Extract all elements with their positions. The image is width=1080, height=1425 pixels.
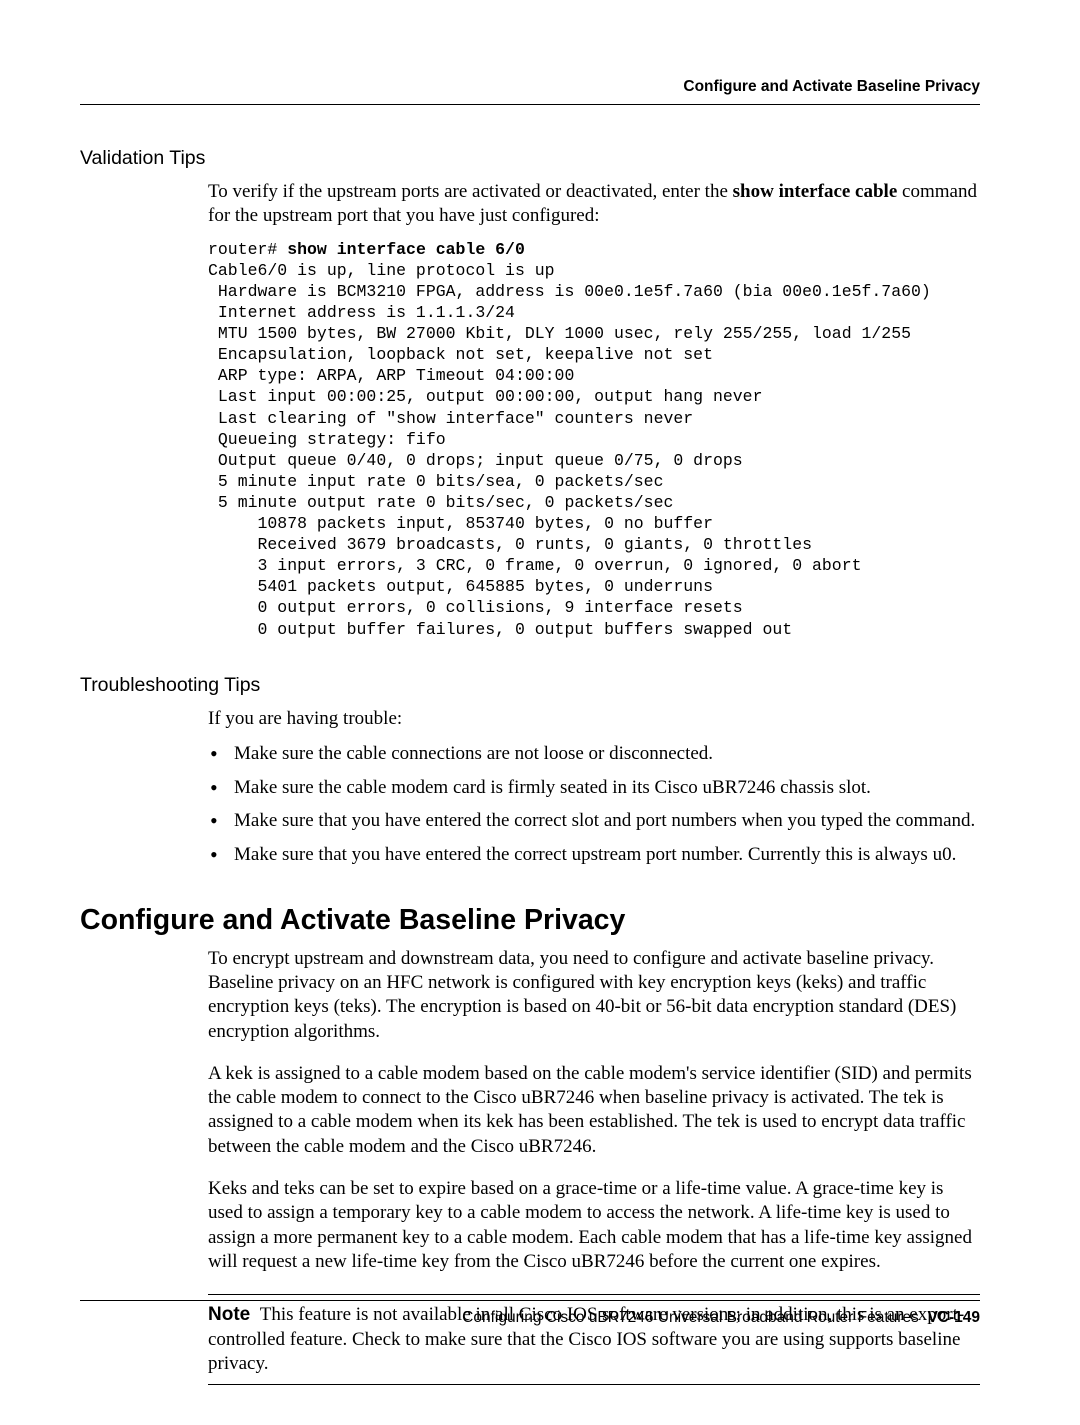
footer-rule xyxy=(80,1300,980,1301)
page-footer: Configuring Cisco uBR7246 Universal Broa… xyxy=(80,1300,980,1327)
section-p1: To encrypt upstream and downstream data,… xyxy=(208,947,980,1044)
validation-heading: Validation Tips xyxy=(80,147,980,170)
header-rule xyxy=(80,104,980,105)
troubleshooting-list: Make sure the cable connections are not … xyxy=(208,741,980,868)
troubleshooting-intro-text: If you are having trouble: xyxy=(208,707,980,731)
footer-title: Configuring Cisco uBR7246 Universal Broa… xyxy=(462,1309,919,1326)
list-item: Make sure that you have entered the corr… xyxy=(208,808,980,834)
validation-code-block: router# show interface cable 6/0 Cable6/… xyxy=(208,239,980,640)
footer-page-number: VC-149 xyxy=(927,1309,980,1326)
section-p2: A kek is assigned to a cable modem based… xyxy=(208,1062,980,1159)
running-header: Configure and Activate Baseline Privacy xyxy=(80,78,980,96)
validation-intro: To verify if the upstream ports are acti… xyxy=(208,180,980,229)
section-p3: Keks and teks can be set to expire based… xyxy=(208,1177,980,1274)
list-item: Make sure that you have entered the corr… xyxy=(208,842,980,868)
section-heading: Configure and Activate Baseline Privacy xyxy=(80,904,980,937)
troubleshooting-intro: If you are having trouble: Make sure the… xyxy=(208,707,980,868)
validation-intro-cmd: show interface cable xyxy=(733,181,898,202)
list-item: Make sure the cable connections are not … xyxy=(208,741,980,767)
troubleshooting-heading: Troubleshooting Tips xyxy=(80,674,980,697)
code-prompt: router# xyxy=(208,240,287,259)
validation-intro-pre: To verify if the upstream ports are acti… xyxy=(208,181,733,202)
code-body: Cable6/0 is up, line protocol is up Hard… xyxy=(208,261,931,639)
code-command: show interface cable 6/0 xyxy=(287,240,525,259)
list-item: Make sure the cable modem card is firmly… xyxy=(208,775,980,801)
